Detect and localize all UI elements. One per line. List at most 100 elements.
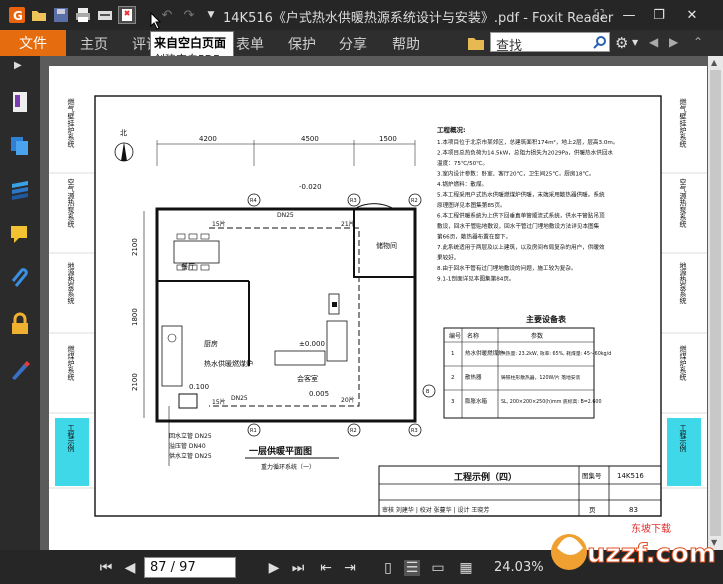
bookmarks-icon[interactable] <box>8 178 32 202</box>
note-line-5: 5.本工程采用户式热水供暖燃煤炉供暖，末端采用散热器供暖。系统 <box>437 191 605 199</box>
pipe-supply: 供水立管 DN25 <box>169 452 212 460</box>
tab-form[interactable]: 表单 <box>236 34 264 54</box>
gear-dropdown-icon[interactable]: ▼ <box>632 38 638 47</box>
signature-pen-icon[interactable] <box>8 358 32 382</box>
prev-view-icon[interactable]: ⇤ <box>318 560 334 576</box>
equipment-cell-2-0: 3 <box>451 399 455 405</box>
print-icon[interactable] <box>74 6 92 24</box>
tab-protect[interactable]: 保护 <box>288 34 316 54</box>
dn25-b: DN25 <box>231 395 248 402</box>
first-page-icon[interactable]: ⏮ <box>98 560 114 576</box>
titleblock-review: 审核 刘建华 | 校对 张蔓华 | 设计 王晓芳 <box>382 506 489 514</box>
restore-icon[interactable]: ❐ <box>650 6 668 24</box>
elev-mid: ±0.000 <box>299 340 325 348</box>
blank-pdf-icon[interactable] <box>118 6 136 24</box>
continuous-facing-icon[interactable]: ▦ <box>458 560 474 576</box>
redo-icon[interactable]: ↷ <box>180 6 198 24</box>
equipment-header-0: 编号 <box>449 332 461 340</box>
folder-icon[interactable] <box>467 35 485 51</box>
search-label: 查找 <box>496 39 523 54</box>
quick-access-toolbar: G ↶ ↷ ▼ <box>0 6 220 24</box>
scroll-thumb[interactable] <box>710 70 721 536</box>
room-living: 会客室 <box>297 374 318 383</box>
continuous-page-icon[interactable]: ☰ <box>404 560 420 576</box>
scanner-icon[interactable] <box>96 6 114 24</box>
north-label: 北 <box>120 129 127 137</box>
open-folder-icon[interactable] <box>30 6 48 24</box>
north-arrow-icon <box>121 142 127 161</box>
minimize-icon[interactable]: — <box>620 6 638 24</box>
fullscreen-icon[interactable]: ⛶ <box>590 6 608 24</box>
navigation-sidebar: ▶ <box>0 56 40 550</box>
axis-bottom-label-1: R2 <box>350 428 357 434</box>
dining-table <box>173 240 220 264</box>
sidebar-collapse-icon[interactable]: ▶ <box>14 60 22 71</box>
equipment-cell-0-0: 1 <box>451 351 455 357</box>
room-boiler: 热水供暖燃煤炉 <box>204 359 253 368</box>
equipment-header-2: 参数 <box>531 332 543 340</box>
chair <box>188 233 198 240</box>
drawing-title: 一层供暖平面图 <box>249 445 312 457</box>
scroll-up-icon[interactable]: ▲ <box>711 58 717 67</box>
vertical-scrollbar[interactable]: ▲ ▼ <box>708 56 723 550</box>
pdf-page: 燃气壁挂炉系统 燃气壁挂炉系统 空气源热泵系统 空气源热泵系统 地源热泵系统 地源热泵系统… <box>49 66 707 550</box>
file-tab[interactable]: 文件 <box>0 30 66 56</box>
side-tab-left-0: 燃气壁挂炉系统 <box>67 98 75 149</box>
equipment-cell-2-1: 膨胀水箱 <box>465 397 488 405</box>
elev-a: 0.100 <box>189 383 209 391</box>
boiler-symbol <box>178 393 198 409</box>
ribbon-next-icon[interactable]: ▶ <box>669 35 678 49</box>
page-thumbnails-icon[interactable] <box>8 90 32 114</box>
prev-page-icon[interactable]: ◀ <box>122 560 138 576</box>
radiator-21: 21片 <box>341 220 355 228</box>
equipment-title: 主要设备表 <box>526 314 567 324</box>
ribbon-expand-icon[interactable]: ⌃ <box>693 35 703 49</box>
single-page-icon[interactable]: ▯ <box>380 560 396 576</box>
dim-top-2: 4500 <box>301 135 319 143</box>
last-page-icon[interactable]: ⏭ <box>290 560 306 576</box>
ribbon-prev-icon[interactable]: ◀ <box>649 35 658 49</box>
note-line-7: 6.本工程供暖系统为上供下回垂直单管顺流式系统，供水干管贴吊顶 <box>437 212 605 220</box>
side-sofa <box>326 320 348 362</box>
tab-home[interactable]: 主页 <box>80 34 108 54</box>
next-view-icon[interactable]: ⇥ <box>342 560 358 576</box>
customize-dropdown-icon[interactable]: ▼ <box>202 6 220 24</box>
axis-top-label-2: R2 <box>411 198 418 204</box>
tab-help[interactable]: 帮助 <box>392 34 420 54</box>
tab-share[interactable]: 分享 <box>339 34 367 54</box>
equipment-cell-2-2: SL, 200×200×250(h)mm 底标高: B=2.600 <box>501 398 602 405</box>
side-tab-left-2: 地源热泵系统 <box>67 261 75 305</box>
tooltip-title: 来自空白页面 <box>154 36 227 50</box>
document-viewport[interactable]: 燃气壁挂炉系统 燃气壁挂炉系统 空气源热泵系统 空气源热泵系统 地源热泵系统 地源热泵系统… <box>40 56 708 550</box>
zoom-level[interactable]: 24.03% <box>494 560 544 575</box>
search-icon[interactable] <box>593 35 607 49</box>
attachments-icon[interactable] <box>8 266 32 290</box>
axis-side-label: B <box>426 389 430 395</box>
save-icon[interactable] <box>52 6 70 24</box>
close-icon[interactable]: ✕ <box>683 6 701 24</box>
note-line-6: 原理图详见本图集第85页。 <box>437 201 506 209</box>
comments-icon[interactable] <box>8 222 32 246</box>
mouse-cursor-icon <box>150 11 162 34</box>
gear-icon[interactable]: ⚙ <box>615 34 628 52</box>
facing-page-icon[interactable]: ▭ <box>430 560 446 576</box>
note-line-12: 8.由于回水干管有过门埋地敷设的问题，施工较为复杂。 <box>437 264 577 272</box>
floor-plan-drawing: 燃气壁挂炉系统 燃气壁挂炉系统空气源热泵系统 空气源热泵系统地源热泵系统 地源热泵系统… <box>49 95 707 517</box>
axis-top-label-1: R3 <box>350 198 357 204</box>
note-line-2: 温度：75℃/50℃。 <box>437 159 488 167</box>
note-line-9: 第66页，散热器布置在窗下。 <box>437 233 511 241</box>
search-input[interactable]: 查找 <box>490 32 610 54</box>
layers-icon[interactable] <box>8 134 32 158</box>
foxit-logo-icon[interactable]: G <box>8 6 26 24</box>
chair <box>200 264 210 271</box>
side-tab-right-2: 地源热泵系统 <box>679 261 687 305</box>
room-kitchen: 厨房 <box>204 339 218 348</box>
note-line-0: 1.本项目位于北京市某郊区，总建筑面积174m²，地上2层，层高3.0m。 <box>437 138 618 146</box>
elev-top: -0.020 <box>299 183 322 191</box>
page-number-input[interactable]: 87 / 97 <box>144 557 236 578</box>
room-dining: 餐厅 <box>181 262 195 271</box>
equipment-cell-0-1: 热水供暖燃煤炉 <box>465 349 504 357</box>
next-page-icon[interactable]: ▶ <box>266 560 282 576</box>
security-lock-icon[interactable] <box>8 312 32 336</box>
room-storage: 储物间 <box>376 241 397 250</box>
